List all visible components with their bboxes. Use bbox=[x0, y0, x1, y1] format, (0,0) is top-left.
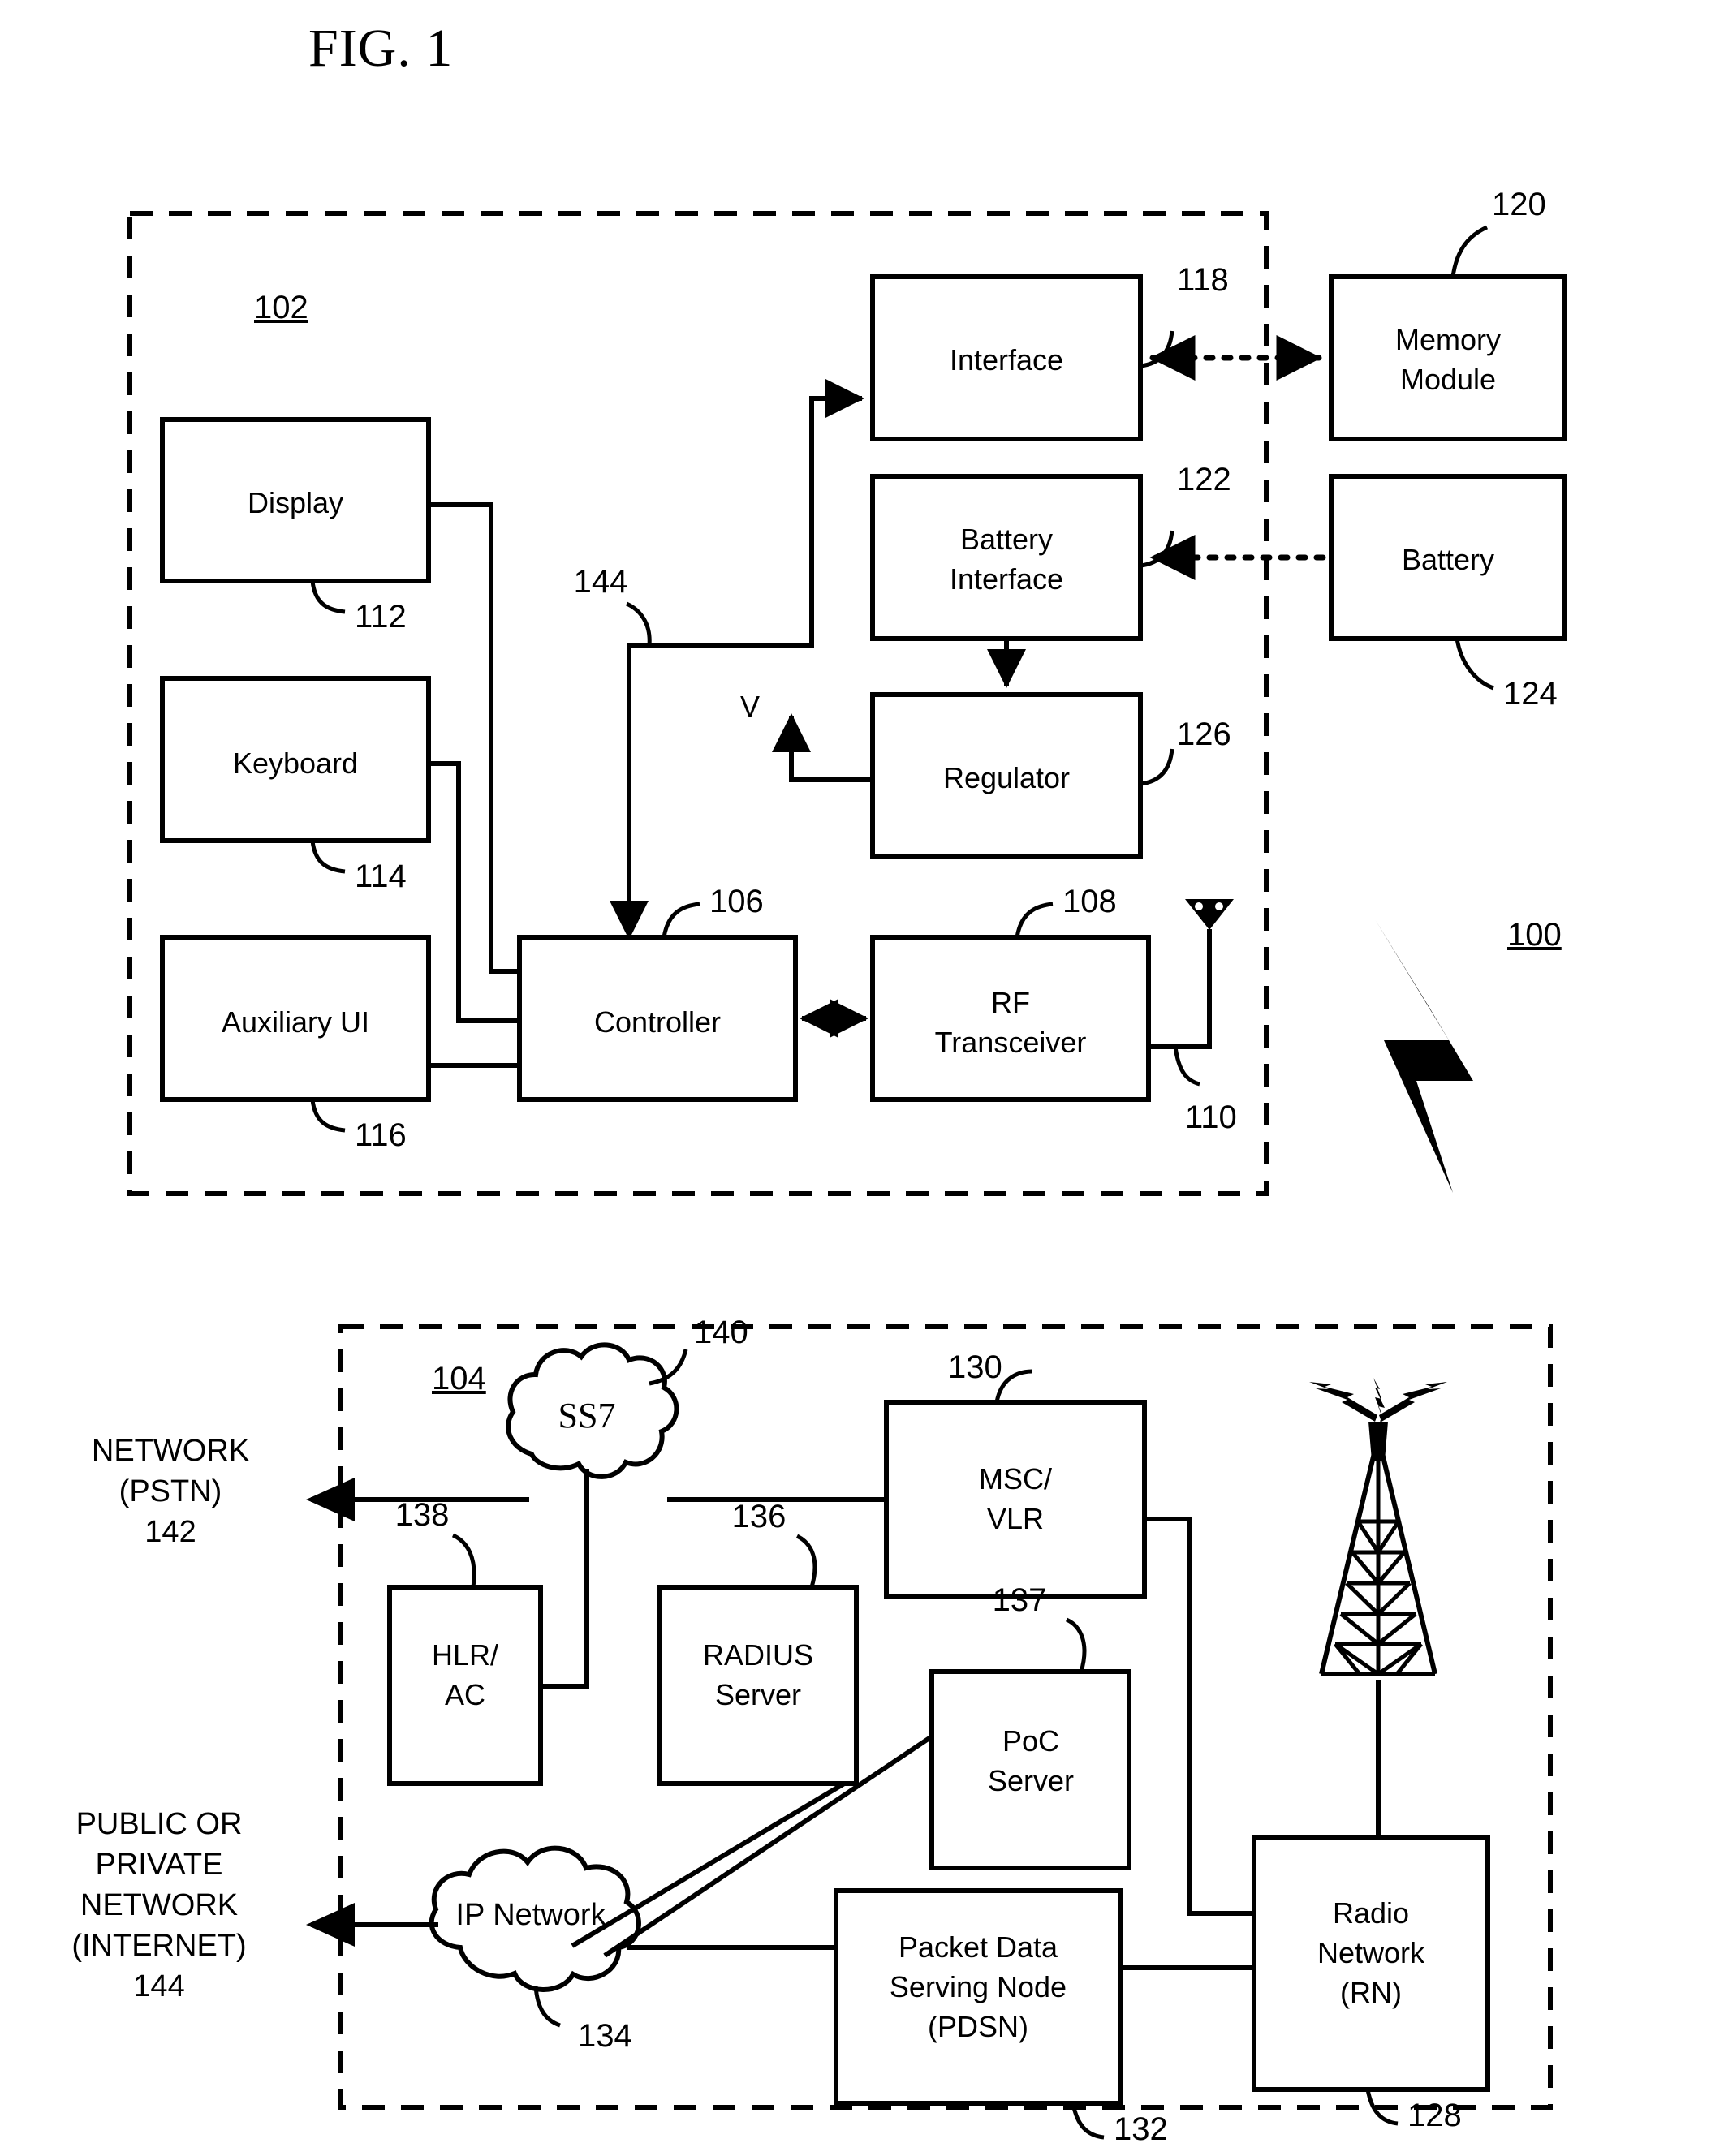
pstn-label-1: NETWORK bbox=[92, 1434, 249, 1468]
ref-128: 128 bbox=[1407, 2098, 1462, 2133]
block-controller-label: Controller bbox=[594, 1005, 721, 1039]
figure-1-diagram: 102 100 Display 112 Keyboard 114 Auxilia… bbox=[71, 187, 1567, 2147]
leader-114 bbox=[310, 840, 346, 874]
ref-134: 134 bbox=[578, 2018, 632, 2054]
block-radio-network-label-3: (RN) bbox=[1340, 1976, 1402, 2009]
block-battery-interface bbox=[870, 474, 1143, 641]
block-memory-module bbox=[1329, 274, 1567, 441]
block-pdsn-label-2: Serving Node bbox=[890, 1970, 1067, 2003]
leader-106 bbox=[662, 902, 700, 938]
block-msc-vlr-label-2: VLR bbox=[987, 1502, 1044, 1535]
external-network-pstn: NETWORK (PSTN) 142 bbox=[92, 1434, 249, 1549]
block-rf-transceiver-label-2: Transceiver bbox=[935, 1026, 1087, 1059]
internet-label-1: PUBLIC OR bbox=[76, 1807, 243, 1841]
ref-126: 126 bbox=[1177, 717, 1231, 752]
wire-bus-144 bbox=[627, 379, 864, 937]
pstn-ref-142: 142 bbox=[144, 1515, 196, 1549]
leader-136 bbox=[795, 1534, 817, 1588]
block-memory-module-label-2: Module bbox=[1400, 363, 1496, 396]
leader-137 bbox=[1065, 1617, 1087, 1672]
ref-104: 104 bbox=[432, 1361, 486, 1396]
block-auxiliary-ui-label: Auxiliary UI bbox=[222, 1005, 369, 1039]
ref-132: 132 bbox=[1114, 2111, 1168, 2147]
block-battery-label: Battery bbox=[1402, 543, 1494, 576]
ref-114: 114 bbox=[355, 859, 407, 894]
cloud-ss7: SS7 bbox=[506, 1342, 679, 1479]
block-battery-interface-label-2: Interface bbox=[950, 562, 1063, 596]
ref-112: 112 bbox=[355, 599, 407, 635]
wire-hlrac-ss7 bbox=[541, 1469, 589, 1689]
ref-122: 122 bbox=[1177, 462, 1231, 497]
internet-label-2: PRIVATE bbox=[96, 1848, 223, 1882]
leader-112 bbox=[310, 580, 346, 614]
block-hlr-ac-label-2: AC bbox=[445, 1678, 485, 1711]
voltage-label: V bbox=[740, 690, 760, 723]
wire-keyboard-controller bbox=[429, 761, 519, 1023]
block-radius-server-label-2: Server bbox=[715, 1678, 801, 1711]
ref-106: 106 bbox=[709, 884, 764, 919]
leader-118 bbox=[1140, 330, 1174, 368]
leader-122 bbox=[1140, 530, 1174, 568]
leader-144 bbox=[625, 601, 652, 646]
ref-120: 120 bbox=[1492, 187, 1546, 222]
block-rf-transceiver-label-1: RF bbox=[991, 986, 1030, 1019]
wire-regulator-voltage-out bbox=[772, 713, 873, 782]
block-poc-server-label-1: PoC bbox=[1002, 1724, 1059, 1758]
block-keyboard-label: Keyboard bbox=[233, 747, 358, 780]
leader-108 bbox=[1015, 902, 1054, 938]
leader-126 bbox=[1140, 748, 1174, 786]
block-battery-interface-label-1: Battery bbox=[960, 523, 1053, 556]
ref-124: 124 bbox=[1503, 676, 1558, 712]
internet-ref-144: 144 bbox=[133, 1969, 184, 2003]
block-poc-server-label-2: Server bbox=[988, 1764, 1074, 1797]
internet-label-3: NETWORK bbox=[80, 1888, 238, 1922]
ref-118: 118 bbox=[1177, 262, 1229, 298]
leader-134 bbox=[533, 1986, 561, 2028]
block-msc-vlr bbox=[884, 1400, 1147, 1599]
internet-label-4: (INTERNET) bbox=[71, 1929, 246, 1963]
block-hlr-ac-label-1: HLR/ bbox=[432, 1638, 498, 1672]
wire-display-controller bbox=[429, 502, 519, 974]
block-regulator-label: Regulator bbox=[943, 761, 1070, 794]
radio-tower-icon bbox=[1309, 1378, 1447, 1838]
ref-116: 116 bbox=[355, 1117, 407, 1153]
leader-110 bbox=[1173, 1046, 1200, 1087]
ref-136: 136 bbox=[732, 1499, 787, 1534]
antenna-icon bbox=[1185, 899, 1234, 930]
block-radio-network-label-1: Radio bbox=[1333, 1896, 1409, 1930]
ref-137: 137 bbox=[993, 1582, 1047, 1618]
block-msc-vlr-label-1: MSC/ bbox=[979, 1462, 1052, 1495]
ref-110: 110 bbox=[1185, 1100, 1237, 1135]
ref-102: 102 bbox=[254, 290, 308, 325]
external-network-internet: PUBLIC OR PRIVATE NETWORK (INTERNET) 144 bbox=[71, 1807, 246, 2003]
cloud-ss7-label: SS7 bbox=[558, 1396, 616, 1435]
block-interface-label: Interface bbox=[950, 343, 1063, 377]
block-radius-server-label-1: RADIUS bbox=[703, 1638, 813, 1672]
patent-figure-page: FIG. 1 102 100 Display 112 Keyboard 114 … bbox=[0, 0, 1724, 2156]
ref-130: 130 bbox=[948, 1349, 1002, 1385]
antenna-mast bbox=[1149, 929, 1212, 1049]
ref-100: 100 bbox=[1507, 917, 1562, 953]
pstn-label-2: (PSTN) bbox=[119, 1474, 222, 1508]
wire-radius-ipnetwork bbox=[571, 1781, 846, 1948]
block-pdsn-label-1: Packet Data bbox=[899, 1930, 1058, 1964]
block-radio-network-label-2: Network bbox=[1317, 1936, 1425, 1969]
ref-144-bus: 144 bbox=[574, 564, 628, 600]
ref-108: 108 bbox=[1062, 884, 1117, 919]
block-display-label: Display bbox=[248, 486, 343, 519]
ref-140: 140 bbox=[694, 1315, 748, 1350]
leader-124 bbox=[1455, 638, 1494, 691]
wire-mscvlr-radionetwork bbox=[1144, 1517, 1254, 1916]
wireless-link-bolt-icon bbox=[1375, 919, 1473, 1193]
leader-116 bbox=[310, 1099, 346, 1133]
leader-120 bbox=[1450, 225, 1489, 278]
ref-138: 138 bbox=[395, 1497, 450, 1533]
leader-138 bbox=[451, 1533, 476, 1588]
cloud-ip-network-label: IP Network bbox=[455, 1898, 606, 1932]
cloud-ip-network: IP Network bbox=[429, 1845, 641, 1992]
block-pdsn-label-3: (PDSN) bbox=[928, 2010, 1028, 2043]
block-memory-module-label-1: Memory bbox=[1395, 323, 1501, 356]
